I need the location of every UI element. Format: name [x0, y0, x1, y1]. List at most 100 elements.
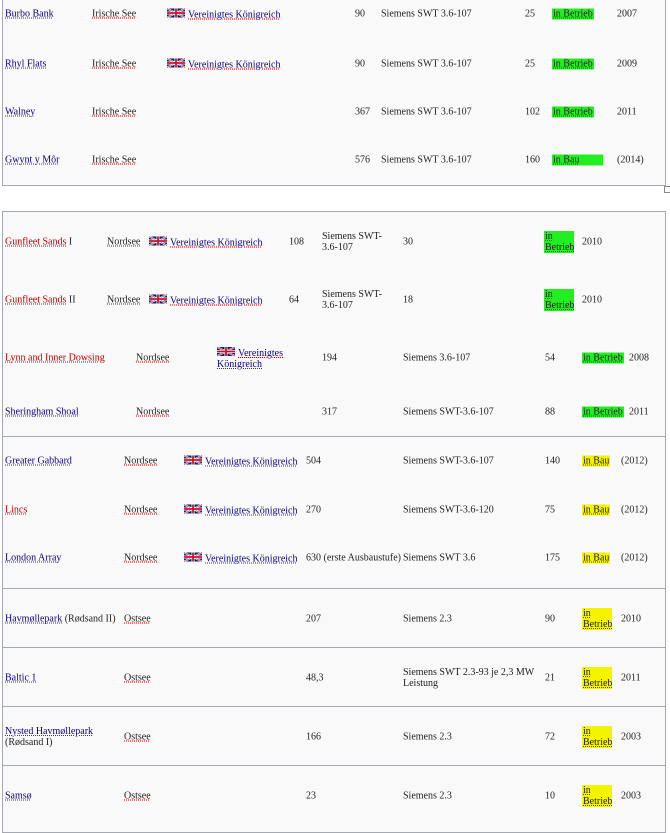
status-badge: in Betrieb — [582, 725, 613, 748]
table-row: Walney Irische See 367 Siemens SWT 3.6-1… — [3, 100, 665, 124]
row-group: Baltic 1 Ostsee 48,3 Siemens SWT 2.3-93 … — [3, 647, 665, 707]
windfarm-link[interactable]: Lincs — [5, 505, 27, 516]
windfarm-link[interactable]: Burbo Bank — [5, 9, 54, 20]
country-link[interactable]: Vereinigtes Königreich — [170, 295, 262, 306]
country-cell: Vereinigtes Königreich — [184, 455, 297, 468]
capacity-cell: 48,3 — [306, 672, 324, 683]
capacity-cell: 504 — [306, 455, 321, 467]
turbine-cell: Siemens SWT-3.6-107 — [322, 288, 382, 311]
country-link[interactable]: Vereinigtes Königreich — [205, 554, 297, 565]
year-cell: (2012) — [621, 504, 648, 516]
sea-link[interactable]: Irische See — [92, 59, 136, 70]
windfarm-link[interactable]: Greater Gabbard — [5, 456, 72, 467]
turbine-count-cell: 54 — [545, 352, 555, 364]
country-cell: Vereinigtes Königreich — [184, 504, 297, 517]
country-link[interactable]: Vereinigtes Königreich — [188, 60, 280, 71]
turbine-count-cell: 160 — [525, 154, 540, 166]
country-link[interactable]: Vereinigtes Königreich — [205, 506, 297, 517]
capacity-cell: 576 — [355, 154, 370, 166]
status-badge: in Betrieb — [582, 406, 624, 418]
windfarm-name-cell: Nysted Havmøllepark (Rødsand I) — [5, 726, 115, 748]
capacity-cell: 630 (erste Ausbaustufe) — [306, 552, 401, 564]
year-cell: 2011 — [621, 672, 641, 683]
sea-link[interactable]: Nordsee — [124, 456, 157, 467]
capacity-cell: 194 — [322, 352, 337, 364]
table-row: Samsø Ostsee 23 Siemens 2.3 10 in Betrie… — [3, 783, 665, 808]
country-cell: Vereinigtes Königreich — [184, 552, 297, 565]
windfarm-suffix: II — [66, 294, 76, 305]
sea-link[interactable]: Nordsee — [124, 553, 157, 564]
sea-link[interactable]: Nordsee — [136, 353, 169, 364]
turbine-count-cell: 18 — [403, 294, 413, 305]
wind-farm-table-north-baltic-sea: Gunfleet Sands I Nordsee Vereinigtes Kön… — [2, 211, 666, 833]
turbine-count-cell: 21 — [545, 672, 555, 683]
uk-flag-icon — [184, 552, 202, 563]
uk-flag-icon — [217, 346, 235, 357]
turbine-count-cell: 10 — [545, 790, 555, 801]
country-link[interactable]: Vereinigtes Königreich — [170, 237, 262, 248]
country-cell: Vereinigtes Königreich — [217, 346, 297, 370]
country-link[interactable]: Vereinigtes Königreich — [188, 10, 280, 21]
capacity-cell: 166 — [306, 731, 321, 742]
year-cell: 2010 — [582, 236, 602, 247]
windfarm-link[interactable]: Gunfleet Sands — [5, 294, 66, 305]
sea-link[interactable]: Ostsee — [124, 672, 151, 683]
status-badge: in Betrieb — [552, 8, 594, 20]
year-cell: (2014) — [617, 154, 644, 166]
sea-link[interactable]: Nordsee — [107, 294, 140, 305]
table-row: Baltic 1 Ostsee 48,3 Siemens SWT 2.3-93 … — [3, 665, 665, 690]
windfarm-link[interactable]: Samsø — [5, 790, 32, 801]
uk-flag-icon — [167, 8, 185, 19]
turbine-cell: Siemens SWT 3.6-107 — [381, 8, 472, 20]
sea-link[interactable]: Ostsee — [124, 790, 151, 801]
windfarm-link[interactable]: Sheringham Shoal — [5, 407, 79, 418]
capacity-cell: 270 — [306, 504, 321, 516]
sea-link[interactable]: Nordsee — [107, 236, 140, 247]
table-row: Lincs Nordsee Vereinigtes Königreich 270… — [3, 498, 665, 522]
status-badge: in Bau — [552, 154, 604, 166]
turbine-cell: Siemens SWT-3.6-120 — [403, 504, 494, 516]
country-link[interactable]: Vereinigtes Königreich — [205, 457, 297, 468]
windfarm-link[interactable]: Rhyl Flats — [5, 59, 46, 70]
country-cell: Vereinigtes Königreich — [149, 293, 262, 306]
turbine-cell: Siemens SWT 2.3-93 je 2,3 MW Leistung — [403, 666, 535, 689]
sea-link[interactable]: Irische See — [92, 107, 136, 118]
windfarm-suffix: I — [66, 236, 73, 247]
capacity-cell: 207 — [306, 613, 321, 624]
table-row: Sheringham Shoal Nordsee 317 Siemens SWT… — [3, 400, 665, 424]
status-badge: in Betrieb — [552, 106, 594, 118]
uk-flag-icon — [184, 504, 202, 515]
windfarm-link[interactable]: Havmøllepark — [5, 613, 62, 624]
turbine-count-cell: 25 — [525, 58, 535, 70]
turbine-cell: Siemens 2.3 — [403, 613, 452, 624]
windfarm-link[interactable]: Gunfleet Sands — [5, 236, 66, 247]
row-group: Nysted Havmøllepark (Rødsand I) Ostsee 1… — [3, 706, 665, 766]
windfarm-link[interactable]: Nysted Havmøllepark — [5, 726, 93, 737]
year-cell: 2010 — [621, 613, 641, 624]
windfarm-link[interactable]: Walney — [5, 107, 35, 118]
windfarm-link[interactable]: Lynn and Inner Dowsing — [5, 353, 105, 364]
resize-handle[interactable] — [664, 186, 670, 193]
sea-link[interactable]: Nordsee — [124, 505, 157, 516]
windfarm-link[interactable]: Gwynt y Môr — [5, 155, 59, 166]
capacity-cell: 23 — [306, 790, 316, 801]
sea-link[interactable]: Nordsee — [136, 407, 169, 418]
sea-link[interactable]: Irische See — [92, 9, 136, 20]
turbine-cell: Siemens SWT 3.6-107 — [381, 58, 472, 70]
turbine-cell: Siemens 3.6-107 — [403, 352, 471, 364]
windfarm-link[interactable]: Baltic 1 — [5, 672, 36, 683]
table-row: Gunfleet Sands II Nordsee Vereinigtes Kö… — [3, 287, 665, 312]
capacity-cell: 64 — [289, 294, 299, 305]
sea-link[interactable]: Irische See — [92, 155, 136, 166]
windfarm-name-cell: Gunfleet Sands II — [5, 294, 76, 305]
turbine-count-cell: 75 — [545, 504, 555, 516]
windfarm-link[interactable]: London Array — [5, 553, 61, 564]
turbine-count-cell: 88 — [545, 406, 555, 418]
sea-link[interactable]: Ostsee — [124, 731, 151, 742]
uk-flag-icon — [149, 293, 167, 304]
turbine-count-cell: 30 — [403, 236, 413, 247]
capacity-cell: 317 — [322, 406, 337, 418]
turbine-count-cell: 72 — [545, 731, 555, 742]
turbine-cell: Siemens SWT-3.6-107 — [322, 230, 382, 253]
sea-link[interactable]: Ostsee — [124, 613, 151, 624]
